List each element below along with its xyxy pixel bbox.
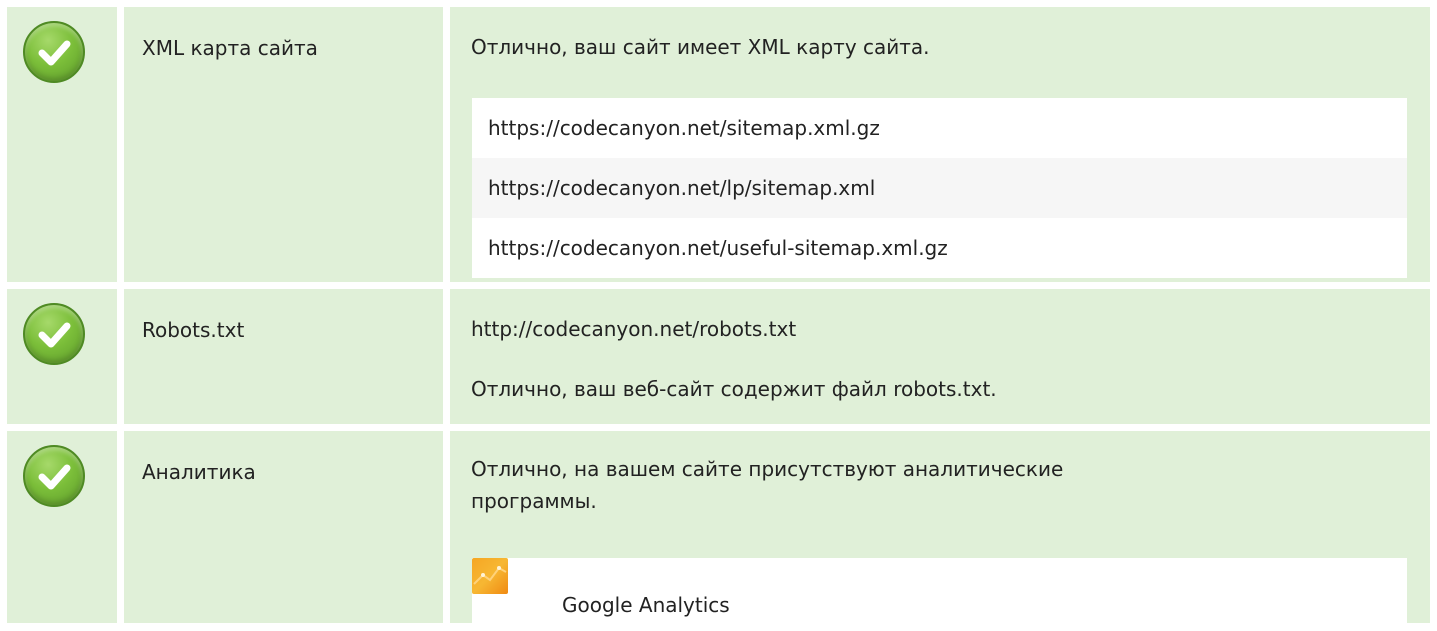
label-cell: Аналитика — [124, 431, 443, 623]
sitemap-url[interactable]: https://codecanyon.net/sitemap.xml.gz — [472, 98, 1407, 158]
content-cell: http://codecanyon.net/robots.txt Отлично… — [450, 289, 1430, 424]
status-cell — [7, 289, 117, 424]
content-cell: Отлично, на вашем сайте присутствуют ана… — [450, 431, 1430, 631]
content-cell: Отлично, ваш сайт имеет XML карту сайта.… — [450, 7, 1430, 282]
check-message: Отлично, ваш сайт имеет XML карту сайта. — [471, 35, 930, 59]
sitemap-url[interactable]: https://codecanyon.net/lp/sitemap.xml — [472, 158, 1407, 218]
check-label: Аналитика — [142, 460, 256, 484]
check-circle-icon — [23, 303, 85, 365]
status-cell — [7, 431, 117, 623]
check-row-robots: Robots.txt http://codecanyon.net/robots.… — [7, 289, 1430, 424]
check-row-sitemap: XML карта сайта Отлично, ваш сайт имеет … — [7, 7, 1430, 282]
check-row-analytics: Аналитика Отлично, на вашем сайте присут… — [7, 431, 1430, 631]
sitemap-url-list: https://codecanyon.net/sitemap.xml.gz ht… — [472, 98, 1407, 278]
analytics-tool-item: Google Analytics — [472, 558, 1407, 631]
check-circle-icon — [23, 445, 85, 507]
google-analytics-icon — [472, 558, 508, 594]
analytics-tool-name: Google Analytics — [562, 593, 730, 617]
label-cell: XML карта сайта — [124, 7, 443, 282]
label-cell: Robots.txt — [124, 289, 443, 424]
check-label: Robots.txt — [142, 318, 245, 342]
check-circle-icon — [23, 21, 85, 83]
status-cell — [7, 7, 117, 282]
check-message: Отлично, на вашем сайте присутствуют ана… — [471, 457, 1064, 513]
sitemap-url[interactable]: https://codecanyon.net/useful-sitemap.xm… — [472, 218, 1407, 278]
check-message: Отлично, ваш веб-сайт содержит файл robo… — [471, 377, 997, 401]
check-label: XML карта сайта — [142, 36, 318, 60]
robots-url[interactable]: http://codecanyon.net/robots.txt — [471, 313, 1400, 345]
